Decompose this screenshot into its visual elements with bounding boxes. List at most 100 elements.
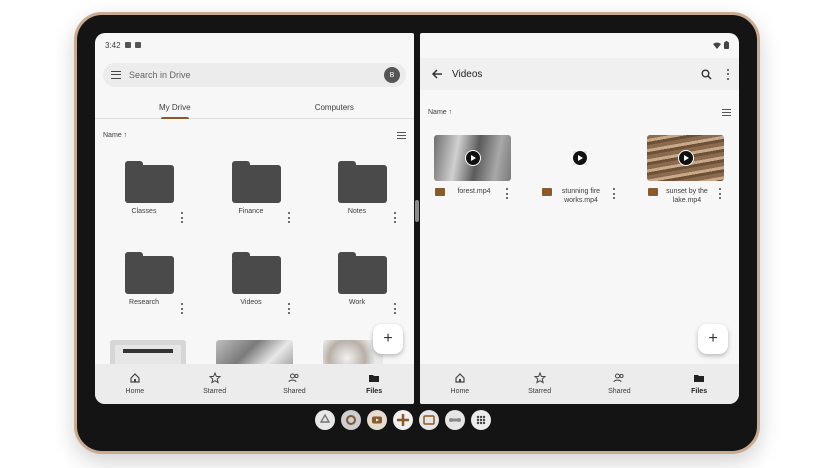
list-view-icon[interactable]	[722, 108, 731, 116]
nav-label: Home	[125, 388, 145, 395]
nav-files[interactable]: Files	[659, 364, 739, 404]
folder-label: Classes	[131, 208, 157, 215]
nav-starred[interactable]: Starred	[175, 364, 255, 404]
more-vert-icon[interactable]	[180, 212, 183, 223]
app-icon[interactable]	[445, 410, 465, 430]
add-button[interactable]: +	[373, 324, 403, 354]
tab-computers[interactable]: Computers	[255, 97, 415, 118]
play-icon	[465, 151, 480, 165]
more-vert-icon[interactable]	[180, 303, 183, 314]
folder-icon	[232, 161, 281, 203]
search-bar[interactable]: Search in Drive B	[103, 63, 406, 87]
page-title: Videos	[452, 68, 483, 80]
status-bar	[430, 39, 729, 51]
video-thumbnail[interactable]	[541, 135, 618, 181]
drive-app-icon[interactable]	[315, 410, 335, 430]
video-thumbnail[interactable]	[647, 135, 724, 181]
app-drawer-icon[interactable]	[471, 410, 491, 430]
nav-label: Files	[366, 388, 383, 395]
folder-item[interactable]: Notes	[322, 157, 402, 227]
folder-label: Work	[348, 299, 366, 306]
nav-label: Starred	[203, 388, 227, 395]
videos-pane: Videos Name ↑ forest.mp4 stunning fire w…	[420, 33, 739, 404]
folder-icon	[125, 252, 174, 294]
folder-label: Finance	[238, 208, 264, 215]
arrow-back-icon[interactable]	[430, 67, 444, 81]
more-vert-icon[interactable]	[393, 212, 396, 223]
more-vert-icon[interactable]	[287, 212, 290, 223]
folder-icon	[125, 161, 174, 203]
drive-tabs: My Drive Computers	[95, 97, 414, 119]
nav-label: Shared	[283, 388, 306, 395]
nav-starred[interactable]: Starred	[500, 364, 580, 404]
sort-by-name-button[interactable]: Name ↑	[103, 132, 127, 139]
folder-icon	[232, 252, 281, 294]
battery-icon	[724, 41, 729, 49]
folder-item[interactable]: Work	[322, 248, 402, 318]
split-divider-handle[interactable]	[415, 200, 419, 222]
more-vert-icon[interactable]	[393, 303, 396, 314]
notification-icon	[124, 42, 131, 48]
folder-label: Research	[129, 299, 159, 306]
video-thumbnail[interactable]	[434, 135, 511, 181]
people-icon	[613, 373, 624, 383]
folder-item[interactable]: Research	[109, 248, 189, 318]
folder-filled-icon	[369, 375, 380, 382]
folder-icon	[338, 161, 387, 203]
more-vert-icon[interactable]	[505, 188, 508, 199]
search-icon[interactable]	[701, 69, 712, 80]
photos-app-icon[interactable]	[393, 410, 413, 430]
folder-item[interactable]: Videos	[216, 248, 296, 318]
home-icon	[130, 373, 140, 383]
add-button[interactable]: +	[698, 324, 728, 354]
folder-label: Notes	[347, 208, 367, 215]
folder-item[interactable]: Classes	[109, 157, 189, 227]
folder-item[interactable]: Finance	[216, 157, 296, 227]
home-icon	[455, 373, 465, 383]
nav-label: Starred	[528, 388, 552, 395]
tab-my-drive[interactable]: My Drive	[95, 97, 255, 119]
drive-pane: 3:42 Search in Drive B My Drive Computer…	[95, 33, 414, 404]
sort-by-name-button[interactable]: Name ↑	[428, 109, 452, 116]
bottom-navigation: Home Starred Shared Files	[420, 364, 739, 404]
more-vert-icon[interactable]	[612, 188, 615, 199]
bottom-navigation: Home Starred Shared Files	[95, 364, 414, 404]
video-label: stunning fire works.mp4	[561, 188, 601, 204]
nav-shared[interactable]: Shared	[255, 364, 335, 404]
nav-label: Home	[450, 388, 470, 395]
video-file-icon	[542, 188, 552, 196]
video-label: forest.mp4	[457, 188, 491, 195]
wifi-icon	[713, 42, 721, 49]
more-vert-icon[interactable]	[726, 68, 729, 80]
folder-filled-icon	[694, 375, 705, 382]
avatar[interactable]: B	[384, 67, 400, 83]
youtube-app-icon[interactable]	[367, 410, 387, 430]
nav-files[interactable]: Files	[334, 364, 414, 404]
taskbar-dock	[315, 410, 491, 430]
status-time: 3:42	[105, 40, 121, 50]
sort-row: Name ↑	[103, 129, 406, 141]
people-icon	[288, 373, 299, 383]
nav-shared[interactable]: Shared	[580, 364, 660, 404]
settings-app-icon[interactable]	[341, 410, 361, 430]
notification-icon	[134, 42, 141, 48]
more-vert-icon[interactable]	[718, 188, 721, 199]
nav-label: Shared	[608, 388, 631, 395]
list-view-icon[interactable]	[397, 131, 406, 139]
video-file-icon	[648, 188, 658, 196]
nav-label: Files	[691, 388, 708, 395]
star-icon	[533, 372, 546, 384]
nav-home[interactable]: Home	[95, 364, 175, 404]
status-bar: 3:42	[105, 39, 404, 51]
nav-home[interactable]: Home	[420, 364, 500, 404]
more-vert-icon[interactable]	[287, 303, 290, 314]
video-label: sunset by the lake.mp4	[666, 188, 708, 204]
play-icon	[678, 151, 693, 165]
folder-icon	[338, 252, 387, 294]
folder-label: Videos	[240, 299, 262, 306]
menu-icon[interactable]	[111, 71, 121, 79]
app-bar: Videos	[420, 58, 739, 90]
play-icon	[572, 151, 587, 165]
gallery-app-icon[interactable]	[419, 410, 439, 430]
star-icon	[208, 372, 221, 384]
